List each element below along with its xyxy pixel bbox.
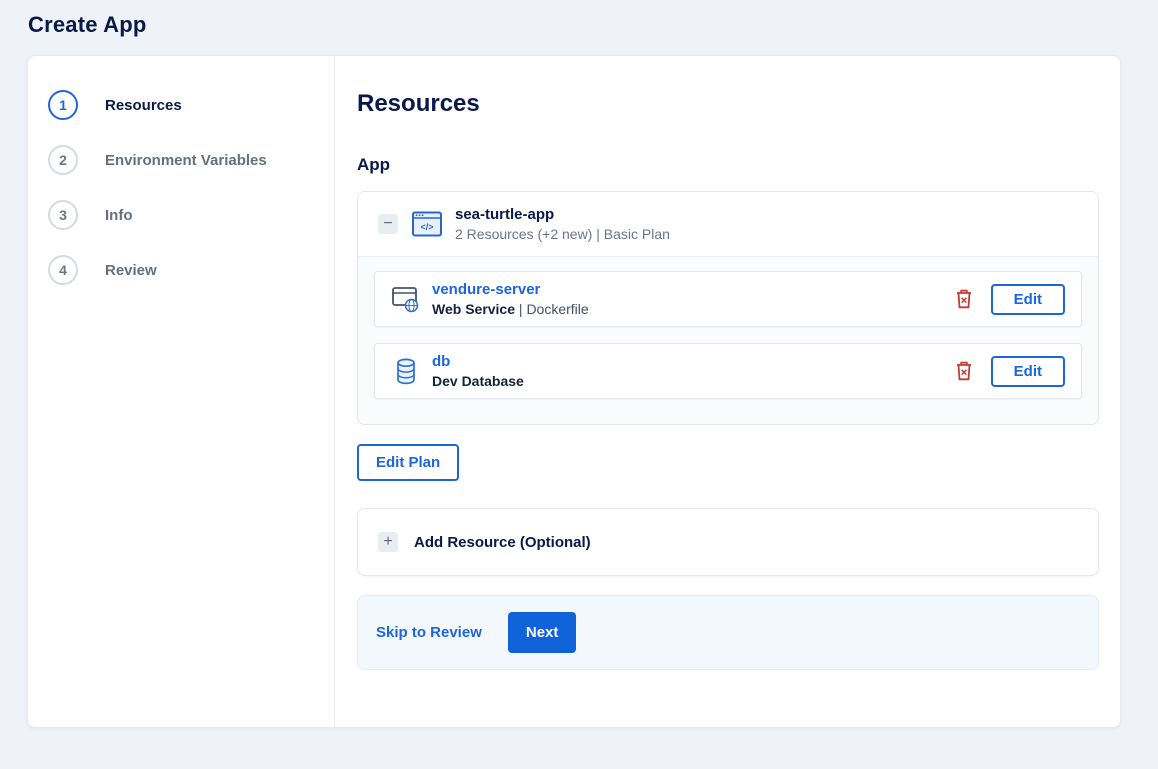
resource-row-db: db Dev Database Edit: [374, 343, 1082, 399]
next-button[interactable]: Next: [507, 612, 577, 653]
app-summary: 2 Resources (+2 new) | Basic Plan: [455, 226, 670, 242]
resource-text: vendure-server Web Service | Dockerfile: [432, 281, 951, 317]
add-resource-label: Add Resource (Optional): [414, 533, 591, 551]
edit-resource-button[interactable]: Edit: [990, 355, 1065, 387]
step-number-badge: 1: [48, 90, 78, 120]
resource-name-link[interactable]: vendure-server: [432, 281, 540, 298]
step-label: Info: [105, 206, 133, 224]
step-label: Resources: [105, 96, 182, 114]
step-number-badge: 2: [48, 145, 78, 175]
app-group-body: vendure-server Web Service | Dockerfile: [358, 257, 1098, 424]
delete-resource-trash-icon[interactable]: [951, 285, 977, 313]
step-number-badge: 4: [48, 255, 78, 285]
app-section-label: App: [357, 155, 391, 174]
app-group-titles: sea-turtle-app 2 Resources (+2 new) | Ba…: [455, 206, 670, 242]
plus-icon[interactable]: +: [378, 532, 398, 552]
resource-subtitle: Web Service | Dockerfile: [432, 301, 589, 317]
step-label: Review: [105, 261, 157, 279]
app-window-code-icon: </>: [412, 211, 442, 237]
svg-text:</>: </>: [420, 222, 433, 232]
web-service-icon: [391, 286, 421, 313]
wizard-footer: Skip to Review Next: [357, 595, 1099, 670]
create-app-card: 1 Resources 2 Environment Variables 3 In…: [27, 55, 1121, 728]
add-resource-card[interactable]: + Add Resource (Optional): [357, 508, 1099, 576]
app-group-header: − </> sea-turtle-app 2 Resources (+2 new…: [358, 192, 1098, 257]
page-title: Create App: [28, 12, 147, 37]
database-icon: [391, 358, 421, 385]
skip-to-review-link[interactable]: Skip to Review: [376, 624, 482, 641]
edit-resource-button[interactable]: Edit: [990, 283, 1065, 315]
app-group-card: − </> sea-turtle-app 2 Resources (+2 new…: [357, 191, 1099, 425]
step-review[interactable]: 4 Review: [48, 255, 334, 285]
resource-text: db Dev Database: [432, 353, 951, 389]
resource-name-link[interactable]: db: [432, 353, 450, 370]
step-environment-variables[interactable]: 2 Environment Variables: [48, 145, 334, 175]
resource-row-vendure-server: vendure-server Web Service | Dockerfile: [374, 271, 1082, 327]
step-number-badge: 3: [48, 200, 78, 230]
edit-plan-button[interactable]: Edit Plan: [357, 444, 460, 481]
step-info[interactable]: 3 Info: [48, 200, 334, 230]
app-name: sea-turtle-app: [455, 206, 555, 223]
step-label: Environment Variables: [105, 151, 267, 169]
content-heading: Resources: [357, 90, 480, 117]
step-content-panel: Resources App − </> sea-turtle-app 2 Res…: [334, 56, 1120, 727]
step-resources[interactable]: 1 Resources: [48, 90, 334, 120]
wizard-stepper: 1 Resources 2 Environment Variables 3 In…: [28, 56, 334, 727]
resource-subtitle: Dev Database: [432, 373, 524, 389]
collapse-minus-icon[interactable]: −: [378, 214, 398, 234]
delete-resource-trash-icon[interactable]: [951, 357, 977, 385]
